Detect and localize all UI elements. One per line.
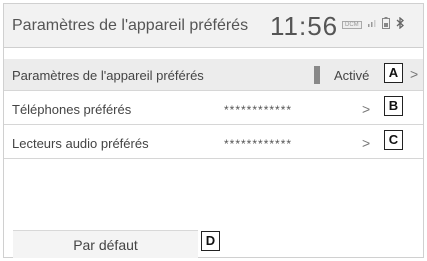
callout-b: B bbox=[384, 96, 403, 116]
preferred-device-settings-row[interactable]: Paramètres de l'appareil préférés Activé… bbox=[4, 59, 423, 91]
preferred-phones-row[interactable]: Téléphones préférés ************ > bbox=[4, 93, 423, 125]
dcm-icon: DCM bbox=[342, 20, 362, 29]
bluetooth-icon bbox=[396, 16, 404, 32]
masked-value: ************ bbox=[224, 103, 293, 117]
row-label: Paramètres de l'appareil préférés bbox=[12, 68, 204, 83]
default-button[interactable]: Par défaut bbox=[13, 230, 198, 258]
chevron-right-icon: > bbox=[362, 135, 371, 151]
row-label: Lecteurs audio préférés bbox=[12, 136, 149, 151]
default-button-label: Par défaut bbox=[73, 237, 138, 253]
battery-icon bbox=[381, 17, 390, 32]
header-bar: Paramètres de l'appareil préférés 11:56 … bbox=[4, 4, 423, 48]
callout-c: C bbox=[384, 130, 403, 150]
row-label: Téléphones préférés bbox=[12, 102, 132, 117]
chevron-right-icon: > bbox=[362, 101, 371, 117]
clock: 11:56 bbox=[270, 11, 339, 41]
callout-a: A bbox=[384, 63, 403, 83]
settings-screen: Paramètres de l'appareil préférés 11:56 … bbox=[3, 3, 424, 258]
page-title: Paramètres de l'appareil préférés bbox=[12, 17, 249, 34]
status-icons: DCM bbox=[342, 16, 404, 32]
callout-d: D bbox=[201, 231, 220, 251]
chevron-right-icon: > bbox=[410, 66, 419, 82]
status-value: Activé bbox=[334, 68, 370, 83]
status-indicator bbox=[314, 66, 320, 84]
preferred-audio-players-row[interactable]: Lecteurs audio préférés ************ > bbox=[4, 127, 423, 159]
masked-value: ************ bbox=[224, 137, 293, 151]
signal-icon bbox=[367, 19, 376, 30]
